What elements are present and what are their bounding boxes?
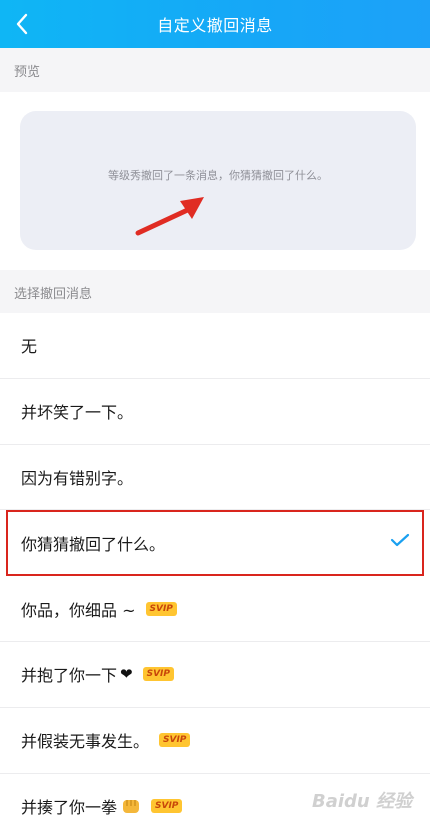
option-row[interactable]: 并假装无事发生。 SVIP (0, 707, 430, 774)
option-label: 你猜猜撤回了什么。 (21, 534, 166, 554)
svip-badge: SVIP (159, 733, 191, 748)
nav-header: 自定义撤回消息 (0, 0, 430, 48)
svip-badge: SVIP (142, 667, 174, 682)
option-label: 你品，你细品 ~ (21, 600, 136, 620)
option-row-selected[interactable]: 你猜猜撤回了什么。 (6, 510, 424, 577)
watermark: Baidu 经验 (311, 791, 412, 812)
option-row[interactable]: 并坏笑了一下。 (0, 378, 430, 445)
red-arrow-annotation (135, 197, 204, 236)
option-row[interactable]: 你品，你细品 ~ SVIP (0, 576, 430, 642)
section-label-choose: 选择撤回消息 (0, 270, 430, 314)
option-label: 并坏笑了一下。 (21, 403, 134, 423)
svip-badge: SVIP (151, 798, 183, 813)
option-label: 无 (21, 337, 38, 357)
preview-card: 等级秀撤回了一条消息，你猜猜撤回了什么。 (20, 111, 416, 250)
back-button[interactable] (4, 6, 40, 42)
option-label: 并揍了你一拳 (21, 797, 118, 817)
option-row[interactable]: 无 (0, 313, 430, 379)
preview-area: 等级秀撤回了一条消息，你猜猜撤回了什么。 (0, 92, 430, 270)
heart-icon: ❤ (120, 665, 133, 684)
option-row[interactable]: 因为有错别字。 (0, 444, 430, 511)
section-label-preview: 预览 (0, 48, 430, 92)
fist-icon (123, 799, 140, 813)
page-title: 自定义撤回消息 (157, 16, 273, 35)
recall-options-list: 无 并坏笑了一下。 因为有错别字。 你猜猜撤回了什么。 你品，你细品 ~ SVI… (0, 313, 430, 823)
option-label: 并假装无事发生。 (21, 732, 150, 752)
chevron-left-icon (16, 13, 28, 35)
svip-badge: SVIP (145, 601, 177, 616)
option-label: 因为有错别字。 (21, 468, 134, 488)
option-label: 并抱了你一下 (21, 666, 118, 686)
checkmark-icon (390, 534, 410, 547)
option-row[interactable]: 并抱了你一下 ❤ SVIP (0, 641, 430, 708)
preview-message: 等级秀撤回了一条消息，你猜猜撤回了什么。 (108, 169, 328, 182)
